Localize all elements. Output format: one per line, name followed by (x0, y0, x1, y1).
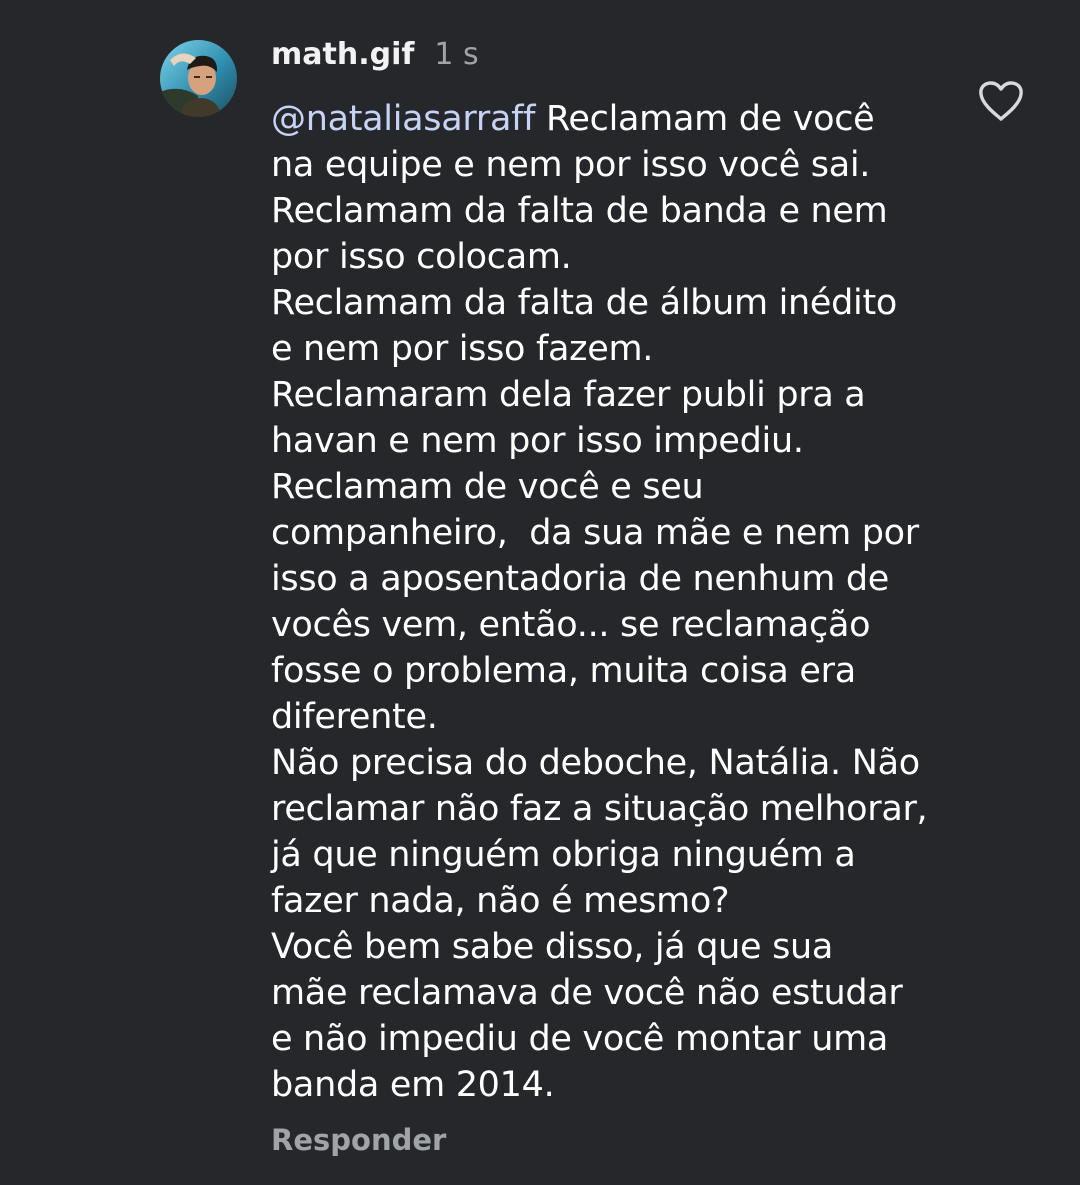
comment-line: isso a aposentadoria de nenhum de (271, 559, 890, 599)
comment-line: vocês vem, então... se reclamação (271, 605, 871, 645)
comment-header: math.gif 1 s (271, 37, 479, 77)
comment-line: Você bem sabe disso, já que sua (271, 927, 834, 967)
comment-line: Reclamam da falta de banda e nem (271, 191, 888, 231)
reply-button[interactable]: Responder (271, 1123, 446, 1157)
comment-line: Reclamam de você e seu (271, 467, 704, 507)
comment-line: por isso colocam. (271, 237, 572, 277)
avatar[interactable] (160, 40, 237, 117)
comment-line: já que ninguém obriga ninguém a (271, 835, 856, 875)
comment-line: na equipe e nem por isso você sai. (271, 145, 871, 185)
comment-line: havan e nem por isso impediu. (271, 421, 804, 461)
comment-line: reclamar não faz a situação melhorar, (271, 789, 928, 829)
comment-line: mãe reclamava de você não estudar (271, 973, 903, 1013)
comment-line: e nem por isso fazem. (271, 329, 654, 369)
like-button[interactable] (976, 78, 1026, 124)
username-link[interactable]: math.gif (271, 37, 414, 72)
comment-line: diferente. (271, 697, 438, 737)
comment-line: fosse o problema, muita coisa era (271, 651, 856, 691)
comment-line: Reclamaram dela fazer publi pra a (271, 375, 866, 415)
comment-line: Reclamam da falta de álbum inédito (271, 283, 898, 323)
avatar-image (160, 40, 237, 117)
comment-line: companheiro, da sua mãe e nem por (271, 513, 919, 553)
comment-item: math.gif 1 s @nataliasarraff Reclamam de… (0, 0, 1080, 1185)
mention-link[interactable]: @nataliasarraff (271, 99, 535, 139)
comment-line: banda em 2014. (271, 1065, 555, 1105)
comment-line-text: Reclamam de você (535, 99, 875, 139)
comment-line: e não impediu de você montar uma (271, 1019, 889, 1059)
heart-outline-icon (979, 81, 1023, 121)
timestamp: 1 s (434, 37, 479, 72)
comment-text: @nataliasarraff Reclamam de você na equi… (271, 96, 951, 1108)
comment-line: Não precisa do deboche, Natália. Não (271, 743, 920, 783)
comment-line: @nataliasarraff Reclamam de você (271, 96, 951, 142)
comment-line: fazer nada, não é mesmo? (271, 881, 730, 921)
